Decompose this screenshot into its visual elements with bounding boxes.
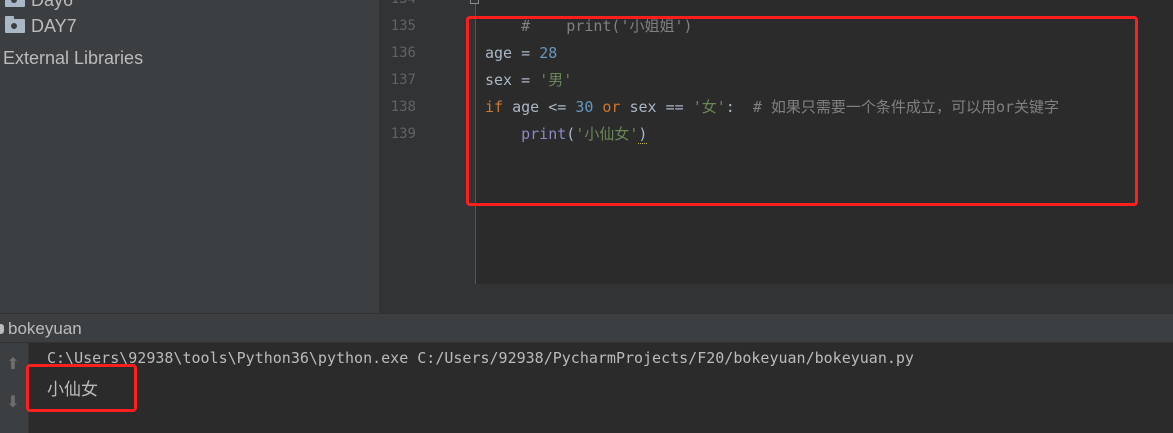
run-config-title: bokeyuan: [8, 319, 82, 338]
console-output[interactable]: C:\Users\92938\tools\Python36\python.exe…: [29, 343, 1173, 433]
highlight-box-output: [26, 364, 137, 412]
editor-footer: [380, 284, 1173, 313]
tree-item-label: DAY7: [31, 16, 77, 36]
folder-icon: [5, 16, 25, 33]
tree-item-label: Day6: [31, 0, 74, 10]
highlight-box-code: [466, 16, 1138, 206]
tree-item-label: External Libraries: [3, 48, 144, 68]
tree-item-day7[interactable]: DAY7: [0, 12, 77, 40]
tree-item-external-libraries[interactable]: External Libraries: [3, 44, 143, 72]
line-number: 139: [390, 126, 416, 142]
line-number: 134: [380, 0, 416, 13]
line-number-gutter: 134 135 136 137 138 139: [380, 0, 479, 284]
console-command-line: C:\Users\92938\tools\Python36\python.exe…: [47, 349, 914, 367]
folder-icon: [5, 0, 25, 7]
python-icon: [0, 324, 4, 334]
arrow-up-icon[interactable]: ⬆: [4, 355, 22, 373]
line-number: 136: [390, 45, 416, 61]
fold-marker-icon[interactable]: [470, 0, 479, 4]
run-panel-header[interactable]: bokeyuan: [0, 313, 1173, 343]
line-number: 137: [390, 72, 416, 88]
run-toolbar: ⬆ ⬇: [0, 343, 29, 433]
project-sidebar: Day6 DAY7 External Libraries: [0, 0, 380, 313]
arrow-down-icon[interactable]: ⬇: [4, 393, 22, 411]
code-line-134: # print('小姐姐'): [521, 17, 693, 35]
line-number: 135: [390, 18, 416, 34]
line-number: 138: [390, 99, 416, 115]
